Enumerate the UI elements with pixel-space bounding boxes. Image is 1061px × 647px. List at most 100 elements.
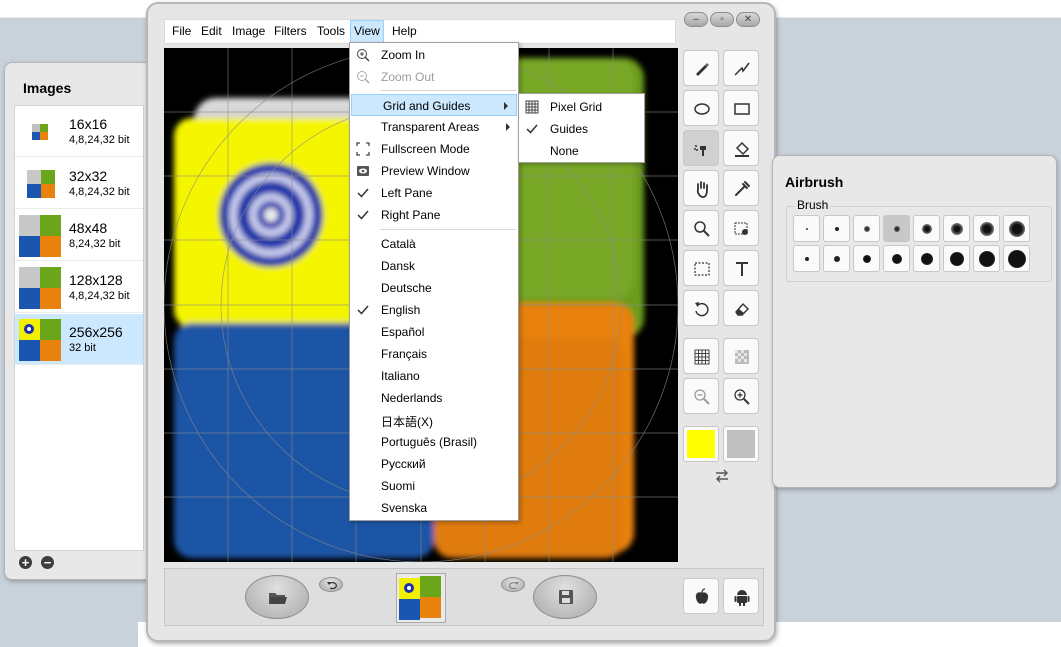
save-button[interactable] (533, 575, 597, 619)
menu-language-japanese[interactable]: 日本語(X) (350, 409, 518, 431)
menu-file[interactable]: File (169, 20, 194, 43)
brush-option[interactable] (793, 245, 820, 272)
eyedropper-tool[interactable] (723, 170, 759, 206)
pencil-tool[interactable] (683, 50, 719, 86)
zoom-out-button[interactable] (683, 378, 719, 414)
image-item-48[interactable]: 48x48 8,24,32 bit (15, 210, 143, 261)
text-tool[interactable] (723, 250, 759, 286)
menu-transparent-areas[interactable]: Transparent Areas (350, 116, 518, 138)
brush-option[interactable] (883, 215, 910, 242)
undo-button[interactable] (319, 577, 343, 592)
maximize-button[interactable]: ▫ (710, 12, 734, 27)
redo-button[interactable] (501, 577, 525, 592)
menu-language-nederlands[interactable]: Nederlands (350, 387, 518, 409)
zoom-tool[interactable] (683, 210, 719, 246)
android-export-button[interactable] (723, 578, 759, 614)
image-item-16[interactable]: 16x16 4,8,24,32 bit (15, 106, 143, 157)
transparency-toggle-button[interactable] (723, 338, 759, 374)
brush-option[interactable] (973, 245, 1000, 272)
image-item-256[interactable]: 256x256 32 bit (15, 314, 143, 365)
fill-tool[interactable] (723, 130, 759, 166)
menu-language-suomi[interactable]: Suomi (350, 475, 518, 497)
open-button[interactable] (245, 575, 309, 619)
image-item-128[interactable]: 128x128 4,8,24,32 bit (15, 262, 143, 313)
rotate-tool[interactable] (683, 290, 719, 326)
line-icon (734, 62, 750, 76)
brush-group (786, 206, 1052, 282)
menu-language-russian[interactable]: Русский (350, 453, 518, 475)
brush-option[interactable] (823, 245, 850, 272)
checker-icon (735, 350, 749, 364)
line-tool[interactable] (723, 50, 759, 86)
brush-option[interactable] (943, 245, 970, 272)
hand-tool[interactable] (683, 170, 719, 206)
brush-option[interactable] (913, 215, 940, 242)
menu-tools[interactable]: Tools (314, 20, 348, 43)
brush-option[interactable] (973, 215, 1000, 242)
zoom-in-button[interactable] (723, 378, 759, 414)
image-size-list: 16x16 4,8,24,32 bit 32x32 4,8,24,32 bit … (14, 105, 144, 551)
menu-image[interactable]: Image (229, 20, 268, 43)
menu-language-espanol[interactable]: Español (350, 321, 518, 343)
image-item-32[interactable]: 32x32 4,8,24,32 bit (15, 158, 143, 209)
menu-help[interactable]: Help (389, 20, 420, 43)
android-icon (734, 590, 750, 606)
grid-toggle-button[interactable] (683, 338, 719, 374)
ellipse-tool[interactable] (683, 90, 719, 126)
menu-language-francais[interactable]: Français (350, 343, 518, 365)
brush-option[interactable] (823, 215, 850, 242)
selection-icon (694, 262, 710, 276)
selection-tool[interactable] (683, 250, 719, 286)
fill-icon (735, 141, 750, 157)
ellipse-icon (694, 103, 710, 115)
menu-edit[interactable]: Edit (198, 20, 225, 43)
apple-export-button[interactable] (683, 578, 719, 614)
eraser-tool[interactable] (723, 290, 759, 326)
airbrush-panel: Airbrush Brush (772, 155, 1057, 488)
brush-option[interactable] (1003, 215, 1030, 242)
menu-zoom-in[interactable]: Zoom In (350, 44, 518, 66)
brush-option[interactable] (943, 215, 970, 242)
menu-right-pane[interactable]: Right Pane (350, 204, 518, 226)
menu-label: Fullscreen Mode (381, 142, 470, 156)
menu-grid-and-guides[interactable]: Grid and Guides (351, 94, 517, 116)
image-size: 128x128 (69, 272, 123, 288)
menu-guides[interactable]: Guides (519, 118, 644, 140)
swap-colors-icon[interactable] (713, 468, 731, 484)
menu-language-catala[interactable]: Català (350, 233, 518, 255)
menu-zoom-out[interactable]: Zoom Out (350, 66, 518, 88)
brush-option[interactable] (913, 245, 940, 272)
menu-language-dansk[interactable]: Dansk (350, 255, 518, 277)
brush-option[interactable] (853, 245, 880, 272)
menu-language-portugues[interactable]: Português (Brasil) (350, 431, 518, 453)
minimize-button[interactable]: – (684, 12, 708, 27)
brush-option[interactable] (883, 245, 910, 272)
add-image-button[interactable]: + (19, 556, 32, 569)
select-image-tool[interactable] (723, 210, 759, 246)
tool-panel (681, 50, 763, 483)
menu-language-english[interactable]: English (350, 299, 518, 321)
menu-preview-window[interactable]: Preview Window (350, 160, 518, 182)
brush-option[interactable] (1003, 245, 1030, 272)
menu-filters[interactable]: Filters (271, 20, 310, 43)
menu-left-pane[interactable]: Left Pane (350, 182, 518, 204)
airbrush-tool[interactable] (683, 130, 719, 166)
remove-image-button[interactable]: − (41, 556, 54, 569)
menu-label: Deutsche (381, 281, 432, 295)
menu-language-deutsche[interactable]: Deutsche (350, 277, 518, 299)
menu-pixel-grid[interactable]: Pixel Grid (519, 96, 644, 118)
rectangle-tool[interactable] (723, 90, 759, 126)
menu-none[interactable]: None (519, 140, 644, 162)
menu-fullscreen-mode[interactable]: Fullscreen Mode (350, 138, 518, 160)
menu-language-italiano[interactable]: Italiano (350, 365, 518, 387)
menu-label: Nederlands (381, 391, 443, 405)
menu-view[interactable]: View (350, 20, 384, 43)
brush-option[interactable] (793, 215, 820, 242)
menu-label: Transparent Areas (381, 120, 480, 134)
preview-thumbnail (396, 573, 446, 623)
close-button[interactable]: ✕ (736, 12, 760, 27)
menu-language-svenska[interactable]: Svenska (350, 497, 518, 519)
brush-option[interactable] (853, 215, 880, 242)
secondary-color-swatch[interactable] (723, 426, 759, 462)
primary-color-swatch[interactable] (683, 426, 719, 462)
